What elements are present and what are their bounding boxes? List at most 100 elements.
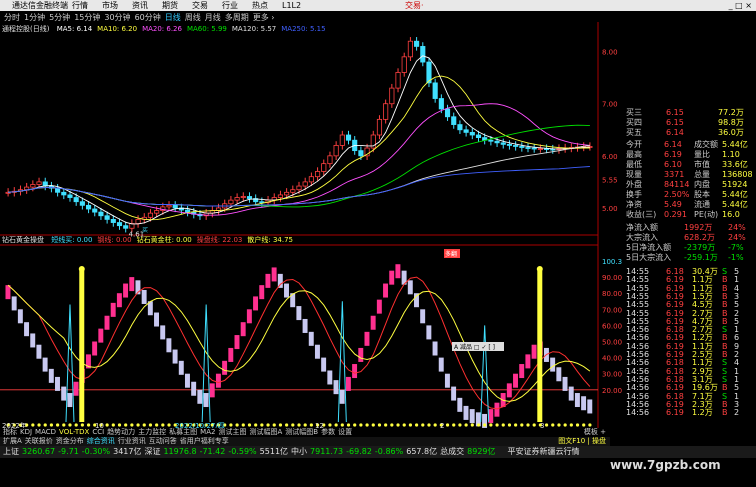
indicator-tab[interactable]: 指标	[3, 428, 17, 436]
indicator-tab[interactable]: 测试主图	[218, 428, 246, 436]
trend-block	[333, 380, 339, 395]
signal-dot	[476, 423, 481, 427]
period-10[interactable]: 更多 ›	[253, 13, 275, 22]
info-key: 量比	[694, 150, 710, 159]
indicator-tab[interactable]: MACD	[35, 428, 56, 436]
signal-dot	[371, 423, 375, 427]
trade-link[interactable]: 交易·	[405, 0, 424, 11]
price-axis-label: 8.00	[602, 49, 618, 57]
candle-body	[475, 134, 482, 139]
extension-tab[interactable]: 互动问答	[149, 437, 177, 445]
trend-block	[123, 283, 129, 298]
kline-chart[interactable]: 8.007.006.005.555.004.61100.3490.0080.00…	[0, 22, 622, 428]
signal-dot	[557, 423, 561, 427]
indicator-tab[interactable]: 主力监控	[138, 428, 166, 436]
signal-dot	[161, 423, 165, 427]
candle-body	[407, 40, 413, 58]
period-2[interactable]: 5分钟	[49, 13, 70, 22]
trend-block	[364, 331, 370, 346]
f10-button[interactable]: 图文F10 | 操盘	[558, 437, 606, 446]
flow-label: 5日净流入额	[626, 243, 672, 252]
extension-tab[interactable]: 关联报价	[25, 437, 53, 445]
menu-item[interactable]: 资讯	[132, 1, 148, 10]
trend-block	[376, 299, 382, 314]
menu-item[interactable]: L1L2	[282, 1, 301, 10]
info-key-value: 1.10	[722, 150, 740, 159]
info-key: 总量	[694, 170, 710, 179]
candle-body	[104, 215, 110, 220]
indicator-tab[interactable]: 设置	[338, 428, 352, 436]
sub-axis-label: 80.00	[602, 290, 622, 298]
flow-percent: 24%	[728, 233, 746, 242]
period-1[interactable]: 1分钟	[24, 13, 45, 22]
trend-block	[222, 360, 228, 375]
indicator-tab[interactable]: 私募主图	[169, 428, 197, 436]
bid-row: 买三 6.15 77.2万	[622, 108, 756, 118]
indicator-tab[interactable]: 参数	[321, 428, 335, 436]
price-axis-label: 7.00	[602, 101, 618, 109]
period-5[interactable]: 60分钟	[135, 13, 161, 22]
trend-block	[259, 285, 265, 300]
candle-body	[277, 194, 283, 198]
indicator-tab[interactable]: KDJ	[20, 428, 32, 436]
ma-legend-item: MA250: 5.15	[281, 25, 326, 33]
candle-body	[525, 147, 531, 149]
menu-item[interactable]: 期货	[162, 1, 178, 10]
extension-tab[interactable]: 省用户福利专享	[180, 437, 229, 445]
trend-block	[61, 386, 67, 401]
indicator-tab[interactable]: 测试幅图A	[249, 428, 282, 436]
extension-tab[interactable]: 资金分布	[56, 437, 84, 445]
trend-block	[166, 338, 172, 353]
indicator-tab[interactable]: MA2	[200, 428, 215, 436]
trend-block	[110, 302, 116, 317]
period-0[interactable]: 分时	[4, 13, 20, 22]
period-3[interactable]: 15分钟	[74, 13, 100, 22]
menu-item[interactable]: 热点	[252, 1, 268, 10]
signal-dot	[117, 423, 122, 427]
menu-item[interactable]: 交易	[192, 1, 208, 10]
indicator-tab[interactable]: CCI	[92, 428, 104, 436]
candle-body	[79, 201, 85, 206]
sub-axis-label: 40.00	[602, 355, 622, 363]
indicator-tab[interactable]: VOL-TDX	[59, 428, 89, 436]
flow-percent: 24%	[728, 223, 746, 232]
trend-block	[172, 349, 178, 364]
buy-marker: 买	[142, 226, 148, 234]
trend-block	[228, 347, 234, 362]
window-controls[interactable]: _ □ ×	[729, 0, 752, 11]
ma-legend-item: MA10: 6.20	[97, 25, 138, 33]
candle-body	[537, 148, 543, 150]
period-8[interactable]: 月线	[205, 13, 221, 22]
signal-dot	[260, 423, 264, 427]
period-6[interactable]: 日线	[165, 13, 181, 22]
info-key-value: 33.6亿	[722, 160, 748, 169]
index-value: 3260.67	[22, 447, 56, 456]
extension-tab[interactable]: 综合资讯	[87, 437, 115, 445]
bid-volume: 77.2万	[718, 108, 744, 117]
template-button[interactable]: 模板 +	[584, 428, 606, 437]
extension-tab[interactable]: 行业资讯	[118, 437, 146, 445]
indicator-tab[interactable]: 趋势动力	[107, 428, 135, 436]
info-row: 换手 2.50% 股本 5.44亿	[622, 190, 756, 200]
indicator-tab[interactable]: 测试幅图B	[285, 428, 318, 436]
menu-item[interactable]: 市场	[102, 1, 118, 10]
extension-tab[interactable]: 扩展A	[3, 437, 22, 445]
x-axis-label: 2022年	[2, 421, 27, 428]
signal-dot	[266, 423, 270, 427]
trend-block	[246, 309, 252, 324]
menu-item[interactable]: 行业	[222, 1, 238, 10]
signal-dot	[247, 423, 252, 427]
gold-pillar-cap	[78, 266, 85, 273]
stock-name: 通程控股(日线)	[2, 25, 50, 33]
candle-body	[315, 171, 321, 178]
info-key: 成交额	[694, 140, 718, 149]
app-title: 通达信金融终端	[12, 1, 68, 10]
menu-item[interactable]: 行情	[72, 1, 88, 10]
period-7[interactable]: 周线	[185, 13, 201, 22]
signal-dot	[445, 423, 450, 427]
sub-chart-legend: 钻石黄金操盘 短线买: 0.00 钢线: 0.00 钻石黄金柱: 0.00 操盘线: …	[2, 235, 426, 245]
index-label: 深证	[144, 447, 161, 456]
period-9[interactable]: 多周期	[225, 13, 249, 22]
period-4[interactable]: 30分钟	[104, 13, 130, 22]
signal-dot	[68, 423, 72, 427]
